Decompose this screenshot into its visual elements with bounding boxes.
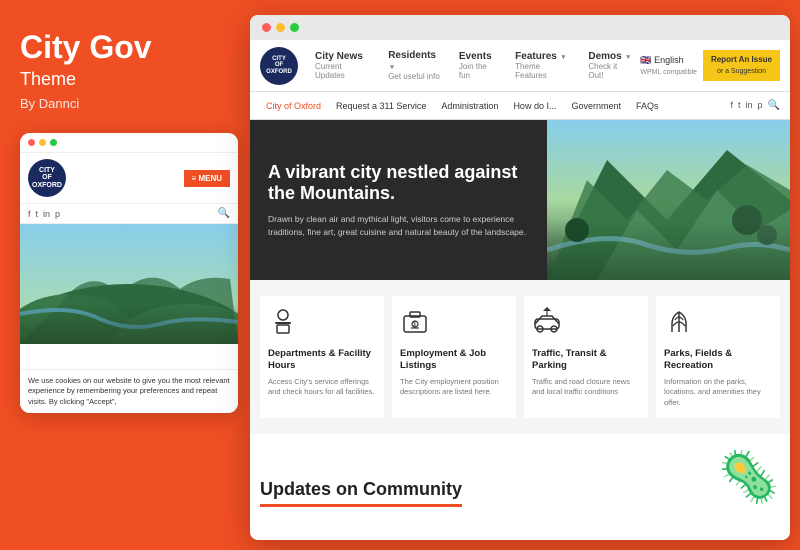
nav-events[interactable]: Events Join the fun — [452, 47, 506, 84]
nav-residents[interactable]: Residents ▾ Get useful info — [381, 46, 450, 85]
report-issue-button[interactable]: Report An Issue or a Suggestion — [703, 50, 780, 81]
nav-city-news[interactable]: City News Current Updates — [308, 47, 379, 84]
hero-image — [547, 120, 790, 280]
sec-nav-oxford[interactable]: City of Oxford — [260, 99, 327, 113]
nav-right: 🇬🇧 English WPML compatible Report An Iss… — [640, 50, 780, 81]
browser-dot-yellow — [276, 23, 285, 32]
sec-nav-social: f t in p 🔍 — [730, 100, 780, 111]
service-desc-departments: Access City's service offerings and chec… — [268, 377, 376, 398]
virus-icon: 🦠 — [718, 448, 780, 507]
parks-icon — [664, 306, 772, 342]
mobile-menu-button[interactable]: ≡ MENU — [184, 170, 230, 187]
sec-nav-faqs[interactable]: FAQs — [630, 99, 665, 113]
service-card-departments[interactable]: Departments & Facility Hours Access City… — [260, 296, 384, 418]
theme-title: City Gov — [20, 30, 240, 65]
mobile-nav: CITYOFOXFORD ≡ MENU — [20, 153, 238, 203]
service-desc-parks: Information on the parks, locations, and… — [664, 377, 772, 409]
primary-nav: CITYOFOXFORD City News Current Updates R… — [250, 40, 790, 92]
instagram-icon[interactable]: in — [43, 209, 50, 219]
service-desc-traffic: Traffic and road closure news and local … — [532, 377, 640, 398]
mobile-dot-green — [50, 139, 57, 146]
mobile-social-icons: f t in p — [28, 209, 60, 219]
mobile-cookie-bar: We use cookies on our website to give yo… — [20, 369, 238, 414]
sec-twitter-icon[interactable]: t — [738, 100, 741, 111]
mobile-mockup: CITYOFOXFORD ≡ MENU f t in p 🔍 — [20, 133, 238, 413]
service-title-traffic: Traffic, Transit & Parking — [532, 348, 640, 373]
nav-features[interactable]: Features ▾ Theme Features — [508, 47, 579, 84]
mobile-site-logo: CITYOFOXFORD — [28, 159, 66, 197]
browser-dot-red — [262, 23, 271, 32]
theme-author: By Dannci — [20, 96, 240, 111]
bottom-section: Updates on Community 🦠 — [250, 434, 790, 515]
secondary-nav: City of Oxford Request a 311 Service Adm… — [250, 92, 790, 120]
service-desc-employment: The City employment position description… — [400, 377, 508, 398]
browser-mockup: CITYOFOXFORD City News Current Updates R… — [250, 15, 790, 540]
left-panel: City Gov Theme By Dannci CITYOFOXFORD ≡ … — [20, 30, 240, 413]
nav-items: City News Current Updates Residents ▾ Ge… — [308, 46, 640, 85]
sec-search-icon[interactable]: 🔍 — [768, 100, 780, 111]
mobile-dot-red — [28, 139, 35, 146]
sec-nav-government[interactable]: Government — [565, 99, 627, 113]
browser-dot-green — [290, 23, 299, 32]
services-section: Departments & Facility Hours Access City… — [250, 280, 790, 434]
facebook-icon[interactable]: f — [28, 209, 31, 219]
mobile-hero-image — [20, 224, 238, 344]
mobile-top-bar — [20, 133, 238, 153]
hero-title: A vibrant city nestled against the Mount… — [268, 162, 529, 205]
sec-facebook-icon[interactable]: f — [730, 100, 733, 111]
theme-subtitle: Theme — [20, 69, 240, 90]
sec-nav-administration[interactable]: Administration — [435, 99, 504, 113]
language-selector[interactable]: 🇬🇧 English WPML compatible — [640, 55, 697, 76]
mobile-dot-yellow — [39, 139, 46, 146]
traffic-icon — [532, 306, 640, 342]
nav-demos[interactable]: Demos ▾ Check it Out! — [581, 47, 640, 84]
mobile-search-icon[interactable]: 🔍 — [218, 208, 230, 219]
service-card-parks[interactable]: Parks, Fields & Recreation Information o… — [656, 296, 780, 418]
cookie-text: We use cookies on our website to give yo… — [28, 376, 230, 406]
mobile-social-bar: f t in p 🔍 — [20, 203, 238, 224]
sec-instagram-icon[interactable]: in — [746, 100, 753, 111]
service-title-parks: Parks, Fields & Recreation — [664, 348, 772, 373]
mobile-window-dots — [28, 139, 57, 146]
sec-nav-howdoi[interactable]: How do I... — [507, 99, 562, 113]
sec-pinterest-icon[interactable]: p — [758, 100, 763, 111]
sec-nav-311[interactable]: Request a 311 Service — [330, 99, 432, 113]
service-title-employment: Employment & Job Listings — [400, 348, 508, 373]
pinterest-icon[interactable]: p — [55, 209, 60, 219]
hero-section: A vibrant city nestled against the Mount… — [250, 120, 790, 280]
service-card-traffic[interactable]: Traffic, Transit & Parking Traffic and r… — [524, 296, 648, 418]
hero-content: A vibrant city nestled against the Mount… — [250, 120, 547, 280]
twitter-icon[interactable]: t — [36, 209, 39, 219]
service-card-employment[interactable]: $ Employment & Job Listings The City emp… — [392, 296, 516, 418]
browser-top-bar — [250, 15, 790, 40]
site-logo: CITYOFOXFORD — [260, 47, 298, 85]
service-title-departments: Departments & Facility Hours — [268, 348, 376, 373]
hero-description: Drawn by clean air and mythical light, v… — [268, 213, 529, 239]
employment-icon: $ — [400, 306, 508, 342]
departments-icon — [268, 306, 376, 342]
community-updates-title: Updates on Community — [260, 479, 462, 507]
